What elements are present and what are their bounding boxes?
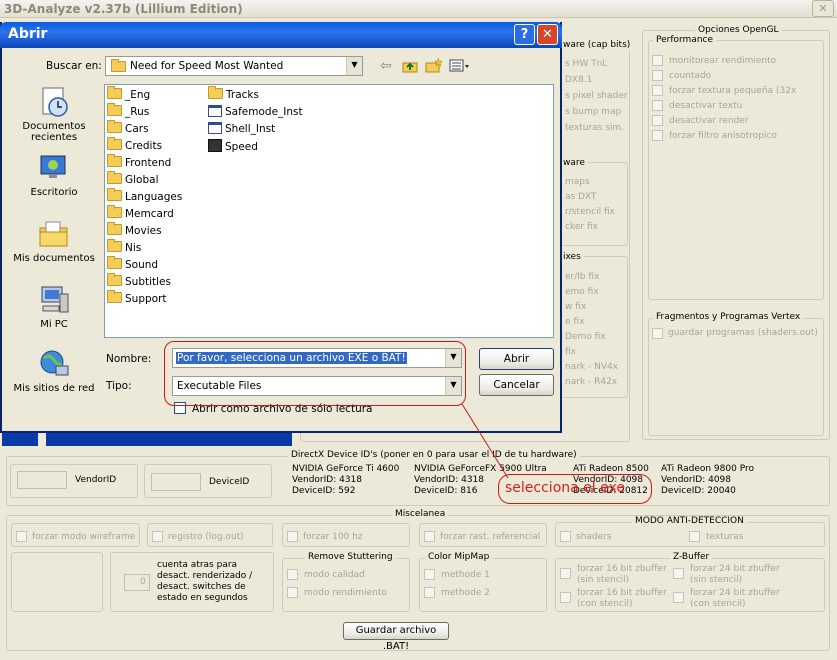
- annotation-text: selecciona el exe: [505, 480, 625, 496]
- annotation-arrow: [461, 403, 509, 479]
